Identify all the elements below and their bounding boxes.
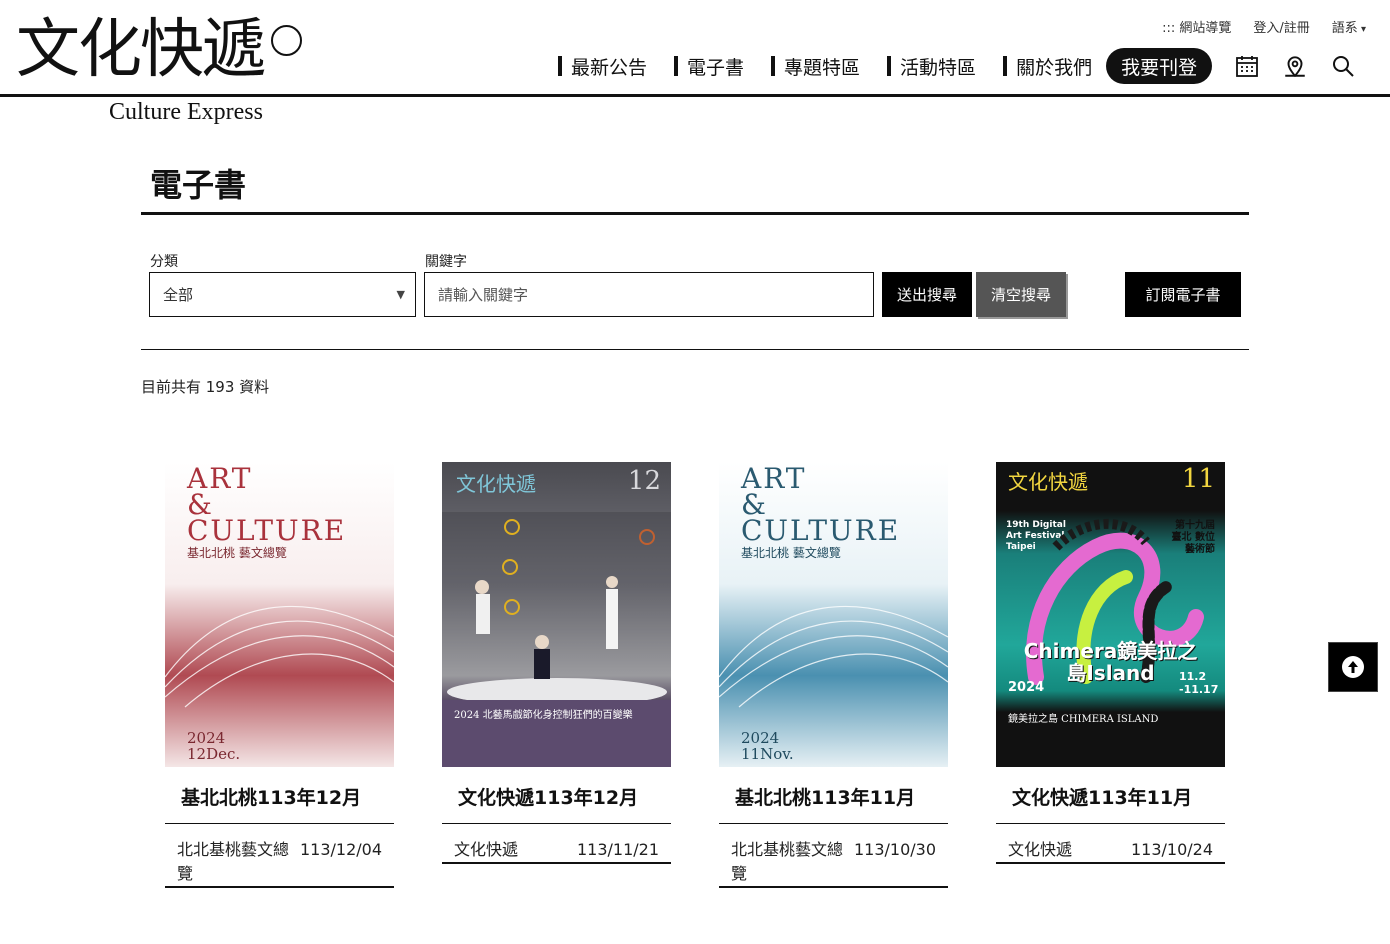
cover-caption: 鏡美拉之島 CHIMERA ISLAND (1008, 714, 1159, 725)
cover-caption: 2024 北藝馬戲節化身控制狂們的百變樂 (454, 710, 633, 721)
ebook-title[interactable]: 基北北桃113年12月 (165, 767, 394, 824)
ebook-meta: 北北基桃藝文總覽 113/12/04 (165, 824, 394, 888)
publish-button[interactable]: 我要刊登 (1106, 48, 1213, 84)
ebook-publisher: 文化快遞 (454, 840, 519, 859)
cover-brand: 文化快遞 (456, 472, 536, 496)
ebook-card[interactable]: ART & CULTURE 基北北桃 藝文總覽 2024 11Nov. 基北北桃… (719, 462, 948, 888)
logo-chinese[interactable]: 文化快遞 (16, 12, 266, 88)
keyword-input[interactable] (424, 272, 874, 317)
cover-photo-art (442, 512, 671, 702)
utility-nav: ::: 網站導覽 登入/註冊 語系 (1162, 17, 1366, 36)
ebook-meta: 北北基桃藝文總覽 113/10/30 (719, 824, 948, 888)
search-icon[interactable] (1330, 53, 1356, 79)
language-dropdown[interactable]: 語系 (1332, 17, 1366, 36)
ebook-title[interactable]: 基北北桃113年11月 (719, 767, 948, 824)
subscribe-ebook-button[interactable]: 訂閱電子書 (1125, 272, 1241, 317)
ebook-date: 113/11/21 (576, 840, 659, 859)
ebook-cover-image[interactable]: ART & CULTURE 基北北桃 藝文總覽 2024 11Nov. (719, 462, 948, 767)
category-selected-value: 全部 (163, 286, 194, 304)
main-nav: 最新公告 電子書 專題特區 活動特區 關於我們 我要刊登 (558, 48, 1356, 84)
category-select[interactable]: 全部 ▼ (149, 272, 416, 317)
page-title: 電子書 (150, 166, 247, 204)
login-link[interactable]: 登入/註冊 (1253, 17, 1309, 36)
calendar-icon[interactable] (1234, 53, 1260, 79)
ebook-publisher: 北北基桃藝文總覽 (177, 840, 290, 883)
map-pin-icon[interactable] (1282, 53, 1308, 79)
sitemap-link[interactable]: ::: 網站導覽 (1162, 17, 1231, 36)
nav-item-about[interactable]: 關於我們 (1003, 53, 1092, 80)
ebook-card[interactable]: 文化快遞 12 2024 北藝馬戲節化身控制狂們的百變樂 文化快遞113年12月… (442, 462, 671, 864)
logo-circle-mark (271, 25, 302, 56)
nav-item-features[interactable]: 專題特區 (771, 53, 860, 80)
ebook-date: 113/10/24 (1130, 840, 1213, 859)
arrow-up-circle-icon (1342, 656, 1364, 678)
ebook-date: 113/12/04 (299, 840, 382, 859)
ebook-date: 113/10/30 (853, 840, 936, 859)
ebook-meta: 文化快遞 113/10/24 (996, 824, 1225, 864)
cover-issue-number: 12 (627, 466, 661, 496)
ebook-title[interactable]: 文化快遞113年12月 (442, 767, 671, 824)
keyword-label: 關鍵字 (425, 254, 467, 270)
cover-wave-art (165, 605, 394, 708)
nav-item-news[interactable]: 最新公告 (558, 53, 647, 80)
ebook-cover-image[interactable]: 文化快遞 11 19th Digital Art Festival Taipei… (996, 462, 1225, 767)
result-count: 目前共有 193 資料 (141, 378, 270, 396)
chevron-down-icon: ▼ (396, 288, 405, 301)
cover-text: CULTURE (741, 514, 901, 547)
ebook-publisher: 北北基桃藝文總覽 (731, 840, 844, 883)
cover-month: 12Dec. (187, 745, 241, 763)
back-to-top-button[interactable] (1328, 642, 1378, 692)
cover-issue-number: 11 (1181, 464, 1215, 494)
ebook-cover-image[interactable]: ART & CULTURE 基北北桃 藝文總覽 2024 12Dec. (165, 462, 394, 767)
clear-search-button[interactable]: 清空搜尋 (976, 272, 1066, 317)
cover-year: 2024 (741, 729, 780, 747)
cover-year: 2024 (187, 729, 226, 747)
cover-text: CULTURE (187, 514, 347, 547)
nav-item-events[interactable]: 活動特區 (887, 53, 976, 80)
ebook-card[interactable]: ART & CULTURE 基北北桃 藝文總覽 2024 12Dec. 基北北桃… (165, 462, 394, 888)
cover-year: 2024 (1008, 680, 1045, 695)
ebook-meta: 文化快遞 113/11/21 (442, 824, 671, 864)
logo-english[interactable]: Culture Express (109, 99, 263, 126)
nav-item-ebook[interactable]: 電子書 (674, 53, 744, 80)
cover-wave-art (719, 605, 948, 708)
category-label: 分類 (150, 254, 178, 270)
search-divider (141, 349, 1249, 350)
cover-dates: 11.2 -11.17 (1179, 670, 1219, 696)
title-divider (141, 212, 1249, 215)
ebook-title[interactable]: 文化快遞113年11月 (996, 767, 1225, 824)
cover-brand: 文化快遞 (1008, 470, 1088, 494)
ebook-publisher: 文化快遞 (1008, 840, 1073, 859)
cover-month: 11Nov. (741, 745, 794, 763)
ebook-cover-image[interactable]: 文化快遞 12 2024 北藝馬戲節化身控制狂們的百變樂 (442, 462, 671, 767)
header-divider (0, 94, 1390, 97)
ebook-card[interactable]: 文化快遞 11 19th Digital Art Festival Taipei… (996, 462, 1225, 864)
submit-search-button[interactable]: 送出搜尋 (882, 272, 972, 317)
